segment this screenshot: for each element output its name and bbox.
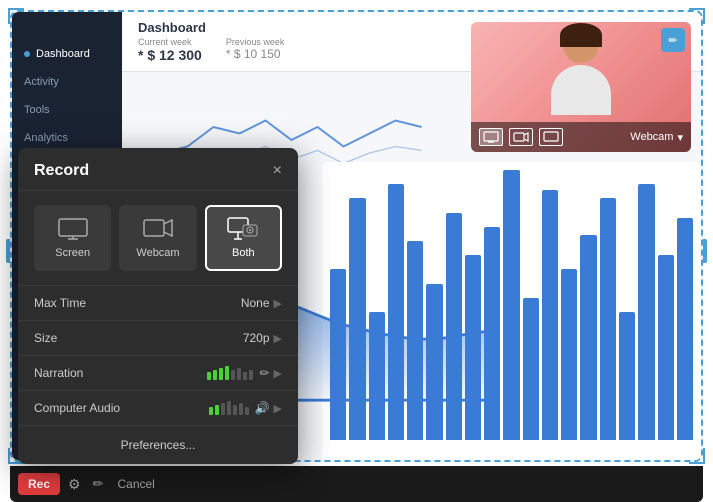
webcam-preview: ✏ Webcam ▾: [471, 22, 691, 152]
ca-vol-seg-1: [209, 407, 213, 415]
size-arrow-icon: ▶: [274, 332, 282, 345]
previous-week-stat: Previous week * $ 10 150: [226, 37, 285, 63]
ca-vol-seg-6: [239, 403, 243, 415]
settings-gear-button[interactable]: ⚙: [64, 474, 85, 495]
max-time-value: None: [241, 296, 270, 310]
max-time-setting[interactable]: Max Time None ▶: [18, 286, 298, 321]
bar-chart-bar: [619, 312, 635, 440]
record-close-button[interactable]: ×: [273, 163, 282, 179]
bar-chart-bar: [561, 269, 577, 440]
narration-label: Narration: [34, 366, 207, 380]
chevron-down-icon: ▾: [677, 131, 683, 144]
bar-chart-bar: [677, 218, 693, 440]
bar-chart-bar: [523, 298, 539, 440]
webcam-mode-picture-btn[interactable]: [539, 128, 563, 146]
edit-pencil-button[interactable]: ✏: [89, 474, 108, 494]
max-time-label: Max Time: [34, 296, 241, 310]
record-dialog: Record × Screen: [18, 148, 298, 464]
size-value: 720p: [243, 331, 270, 345]
vol-seg-6: [237, 368, 241, 380]
sidebar-item-label: Activity: [24, 76, 59, 88]
vol-seg-5: [231, 370, 235, 380]
sidebar-item-label: Analytics: [24, 132, 68, 144]
preferences-button[interactable]: Preferences...: [18, 426, 298, 464]
bar-chart-bar: [638, 184, 654, 440]
cancel-button[interactable]: Cancel: [111, 475, 160, 493]
record-mode-both[interactable]: Both: [205, 205, 282, 271]
sidebar-item-activity[interactable]: Activity: [12, 68, 122, 96]
narration-volume-bar: [207, 366, 253, 380]
vol-seg-8: [249, 370, 253, 380]
computer-audio-speaker-icon: 🔊: [255, 401, 270, 415]
ca-vol-seg-2: [215, 405, 219, 415]
sidebar-item-label: Tools: [24, 104, 50, 116]
computer-audio-setting[interactable]: Computer Audio 🔊 ▶: [18, 391, 298, 426]
bar-chart-bar: [503, 170, 519, 440]
bar-chart-bar: [600, 198, 616, 440]
bar-chart-bar: [658, 255, 674, 440]
both-icon: [227, 217, 259, 241]
record-dialog-title: Record: [34, 162, 89, 180]
person-body: [551, 65, 611, 115]
size-label: Size: [34, 331, 243, 345]
screen-icon: [57, 217, 89, 241]
ca-vol-seg-7: [245, 407, 249, 415]
vol-seg-4: [225, 366, 229, 380]
current-week-value: * $ 12 300: [138, 47, 202, 63]
vol-seg-1: [207, 372, 211, 380]
current-week-stat: Current week * $ 12 300: [138, 37, 202, 63]
ca-vol-seg-3: [221, 403, 225, 415]
current-week-label: Current week: [138, 37, 202, 47]
ca-vol-seg-4: [227, 401, 231, 415]
sidebar-item-label: Dashboard: [36, 48, 90, 60]
record-dialog-header: Record ×: [18, 148, 298, 191]
record-mode-selector: Screen Webcam: [18, 191, 298, 286]
sidebar-item-dashboard[interactable]: Dashboard: [12, 40, 122, 68]
screen-mode-label: Screen: [55, 247, 90, 259]
bar-chart-bar: [542, 190, 558, 440]
vol-seg-2: [213, 370, 217, 380]
webcam-mode-screen-btn[interactable]: [479, 128, 503, 146]
ca-vol-seg-5: [233, 405, 237, 415]
computer-audio-label: Computer Audio: [34, 401, 209, 415]
narration-pencil-icon: ✏: [259, 366, 269, 380]
bar-chart-bar: [580, 235, 596, 440]
vol-seg-7: [243, 372, 247, 380]
webcam-icon: [142, 217, 174, 241]
narration-arrow-icon: ▶: [274, 367, 282, 380]
vol-seg-3: [219, 368, 223, 380]
previous-week-value: * $ 10 150: [226, 47, 285, 61]
webcam-source-label: Webcam: [630, 131, 673, 143]
size-setting[interactable]: Size 720p ▶: [18, 321, 298, 356]
sidebar-item-tools[interactable]: Tools: [12, 96, 122, 124]
computer-audio-arrow-icon: ▶: [274, 402, 282, 415]
record-mode-screen[interactable]: Screen: [34, 205, 111, 271]
max-time-arrow-icon: ▶: [274, 297, 282, 310]
person-head: [563, 27, 599, 63]
screenshot-wrapper: Dashboard Activity Tools Analytics Help …: [0, 0, 713, 502]
person-hair: [560, 23, 602, 47]
record-mode-webcam[interactable]: Webcam: [119, 205, 196, 271]
webcam-controls-bar: Webcam ▾: [471, 122, 691, 152]
rec-button[interactable]: Rec: [18, 473, 60, 495]
both-mode-label: Both: [232, 247, 255, 259]
previous-week-label: Previous week: [226, 37, 285, 47]
webcam-edit-button[interactable]: ✏: [661, 28, 685, 52]
webcam-source-dropdown[interactable]: Webcam ▾: [630, 131, 683, 144]
pencil-icon: ✏: [668, 34, 677, 47]
webcam-mode-label: Webcam: [136, 247, 179, 259]
bottom-toolbar: Rec ⚙ ✏ Cancel: [10, 466, 703, 502]
webcam-mode-webcam-btn[interactable]: [509, 128, 533, 146]
computer-audio-volume-bar: [209, 401, 249, 415]
narration-setting[interactable]: Narration ✏ ▶: [18, 356, 298, 391]
